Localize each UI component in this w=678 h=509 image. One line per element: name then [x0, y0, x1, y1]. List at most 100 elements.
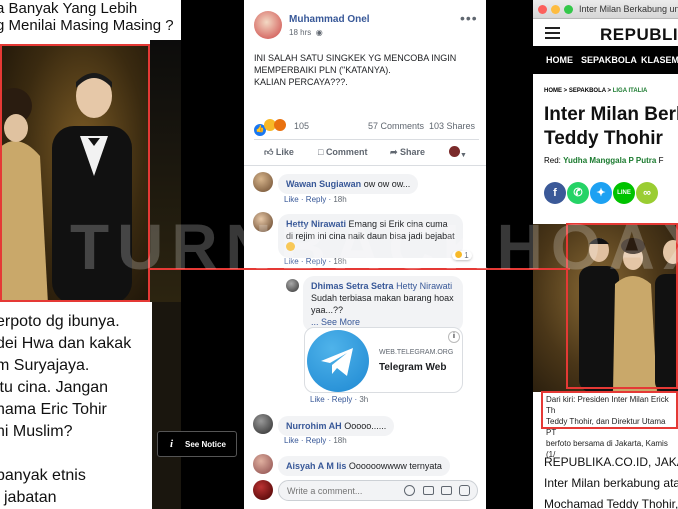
emoji-icon[interactable] — [404, 485, 415, 496]
byline-author[interactable]: Yudha Manggala P Putra — [563, 156, 656, 165]
commenter-avatar[interactable] — [286, 279, 299, 292]
commenter-name[interactable]: Aisyah A M Iis — [286, 461, 346, 471]
laughing-emoji-icon — [286, 242, 295, 251]
comment-text: ow ow ow... — [363, 179, 411, 189]
comment-time: 18h — [333, 195, 347, 204]
hamburger-menu-icon[interactable] — [545, 27, 560, 39]
comment-reaction-count: 1 — [464, 251, 469, 260]
reaction-icons[interactable]: 👍 — [254, 119, 286, 136]
comment-text: Ooooo...... — [344, 421, 387, 431]
angry-reaction-icon — [274, 119, 286, 131]
nav-sepakbola[interactable]: SEPAKBOLA — [581, 55, 637, 65]
meme-headline: a Banyak Yang Lebih g Menilai Masing Mas… — [0, 0, 174, 34]
comment-like-link[interactable]: Like — [284, 257, 299, 266]
speech-bubble-icon: □ — [318, 147, 326, 157]
nav-klasemen[interactable]: KLASEM — [641, 55, 678, 65]
like-button[interactable]: 👍︎ Like — [264, 147, 294, 158]
facebook-post-panel: Muhammad Onel 18 hrs ◉ ••• INI SALAH SAT… — [244, 0, 486, 509]
see-more-link[interactable]: ... See More — [311, 317, 360, 327]
comment-actions: Like · Reply · 18h — [284, 436, 347, 445]
laughing-emoji-icon — [455, 251, 462, 258]
camera-icon[interactable] — [423, 486, 434, 495]
commenter-name[interactable]: Hetty Nirawati — [286, 219, 346, 229]
comment-time: 3h — [359, 395, 369, 404]
site-logo[interactable]: REPUBLI — [600, 25, 678, 45]
comment-reply-link[interactable]: Reply — [306, 257, 326, 266]
gif-icon[interactable] — [441, 486, 452, 495]
comment-like-link[interactable]: Like — [284, 436, 299, 445]
author-avatar[interactable] — [254, 11, 282, 39]
couple-photo — [0, 44, 150, 302]
share-button[interactable]: ➦ Share — [390, 147, 425, 158]
comment-reaction-badge[interactable]: 1 — [452, 251, 472, 260]
commenter-name[interactable]: Wawan Sugiawan — [286, 179, 361, 189]
post-time: 18 hrs ◉ — [289, 28, 323, 37]
maximize-window-icon[interactable] — [564, 5, 573, 14]
comment-bubble: Aisyah A M Iis Oooooowwww ternyata — [278, 456, 450, 476]
commenter-avatar[interactable] — [253, 172, 273, 192]
article-byline: Red: Yudha Manggala P Putra F — [544, 156, 663, 165]
twitter-share-icon[interactable]: ✦ — [590, 182, 612, 204]
breadcrumb-liga-italia[interactable]: LIGA ITALIA — [613, 88, 648, 94]
comment-actions: Like · Reply · 3h — [310, 395, 369, 404]
commenter-avatar[interactable] — [253, 414, 273, 434]
post-text: INI SALAH SATU SINGKEK YG MENCOBA INGIN … — [254, 53, 457, 87]
comment-actions: Like · Reply · 18h — [284, 257, 347, 266]
comment-text: Oooooowwww ternyata — [348, 461, 442, 471]
byline-suffix: F — [658, 156, 664, 165]
link-preview-card[interactable]: WEB.TELEGRAM.ORG Telegram Web i — [304, 327, 463, 393]
shares-count[interactable]: 103 Shares — [429, 121, 475, 131]
line-share-icon[interactable]: LINE — [613, 182, 635, 204]
sticker-icon[interactable] — [459, 485, 470, 496]
connector-line — [150, 268, 570, 270]
comment-reply-link[interactable]: Reply — [306, 436, 326, 445]
close-window-icon[interactable] — [538, 5, 547, 14]
comment-reply-link[interactable]: Reply — [332, 395, 352, 404]
comment-button-label: Comment — [325, 147, 368, 157]
breadcrumb: HOME > SEPAKBOLA > LIGA ITALIA — [544, 88, 648, 94]
viewer-avatar — [253, 480, 273, 500]
viewer-avatar-dropdown[interactable]: ▼ — [449, 146, 467, 159]
breadcrumb-home[interactable]: HOME — [544, 88, 562, 94]
link-domain: WEB.TELEGRAM.ORG — [379, 349, 454, 356]
comment-composer[interactable] — [278, 480, 478, 501]
see-notice-label: See Notice — [185, 440, 226, 449]
article-body: REPUBLIKA.CO.ID, JAKAR Inter Milan berka… — [544, 455, 678, 509]
commenter-avatar[interactable] — [253, 212, 273, 232]
see-notice-button[interactable]: i See Notice — [157, 431, 237, 457]
link-share-icon[interactable]: ∞ — [636, 182, 658, 204]
comment-reply-link[interactable]: Reply — [306, 195, 326, 204]
globe-icon: ◉ — [313, 28, 323, 37]
comment-like-link[interactable]: Like — [284, 195, 299, 204]
post-time-text: 18 hrs — [289, 28, 312, 37]
divider — [254, 139, 479, 140]
comment-time: 18h — [333, 257, 347, 266]
comment-bubble: Hetty Nirawati Emang si Erik cina cuma d… — [278, 214, 463, 258]
info-icon[interactable]: i — [448, 331, 460, 343]
browser-tab-title[interactable]: Inter Milan Berkabung un — [579, 4, 678, 14]
share-button-label: Share — [400, 147, 426, 157]
minimize-window-icon[interactable] — [551, 5, 560, 14]
like-button-label: Like — [275, 147, 294, 157]
commenter-name[interactable]: Nurrohim AH — [286, 421, 342, 431]
comment-button[interactable]: □ Comment — [318, 147, 367, 157]
mention-link[interactable]: Hetty Nirawati — [396, 281, 452, 291]
viewer-avatar — [449, 146, 460, 157]
comment-like-link[interactable]: Like — [310, 395, 325, 404]
commenter-avatar[interactable] — [253, 454, 273, 474]
link-title: Telegram Web — [379, 362, 447, 373]
comment-input[interactable] — [287, 484, 397, 497]
breadcrumb-sepakbola[interactable]: SEPAKBOLA — [569, 88, 606, 94]
whatsapp-share-icon[interactable]: ✆ — [567, 182, 589, 204]
commenter-name[interactable]: Dhimas Setra Setra — [311, 281, 394, 291]
nav-home[interactable]: HOME — [546, 55, 573, 65]
social-image-panel: a Banyak Yang Lebih g Menilai Masing Mas… — [0, 0, 181, 509]
share-arrow-icon: ➦ — [390, 147, 401, 157]
reactions-count[interactable]: 105 — [294, 121, 309, 131]
more-options-icon[interactable]: ••• — [460, 10, 478, 26]
image-dark-strip — [150, 40, 181, 302]
screenshot-collage: a Banyak Yang Lebih g Menilai Masing Mas… — [0, 0, 678, 509]
facebook-share-icon[interactable]: f — [544, 182, 566, 204]
comments-count[interactable]: 57 Comments — [368, 121, 424, 131]
author-name[interactable]: Muhammad Onel — [289, 14, 370, 25]
